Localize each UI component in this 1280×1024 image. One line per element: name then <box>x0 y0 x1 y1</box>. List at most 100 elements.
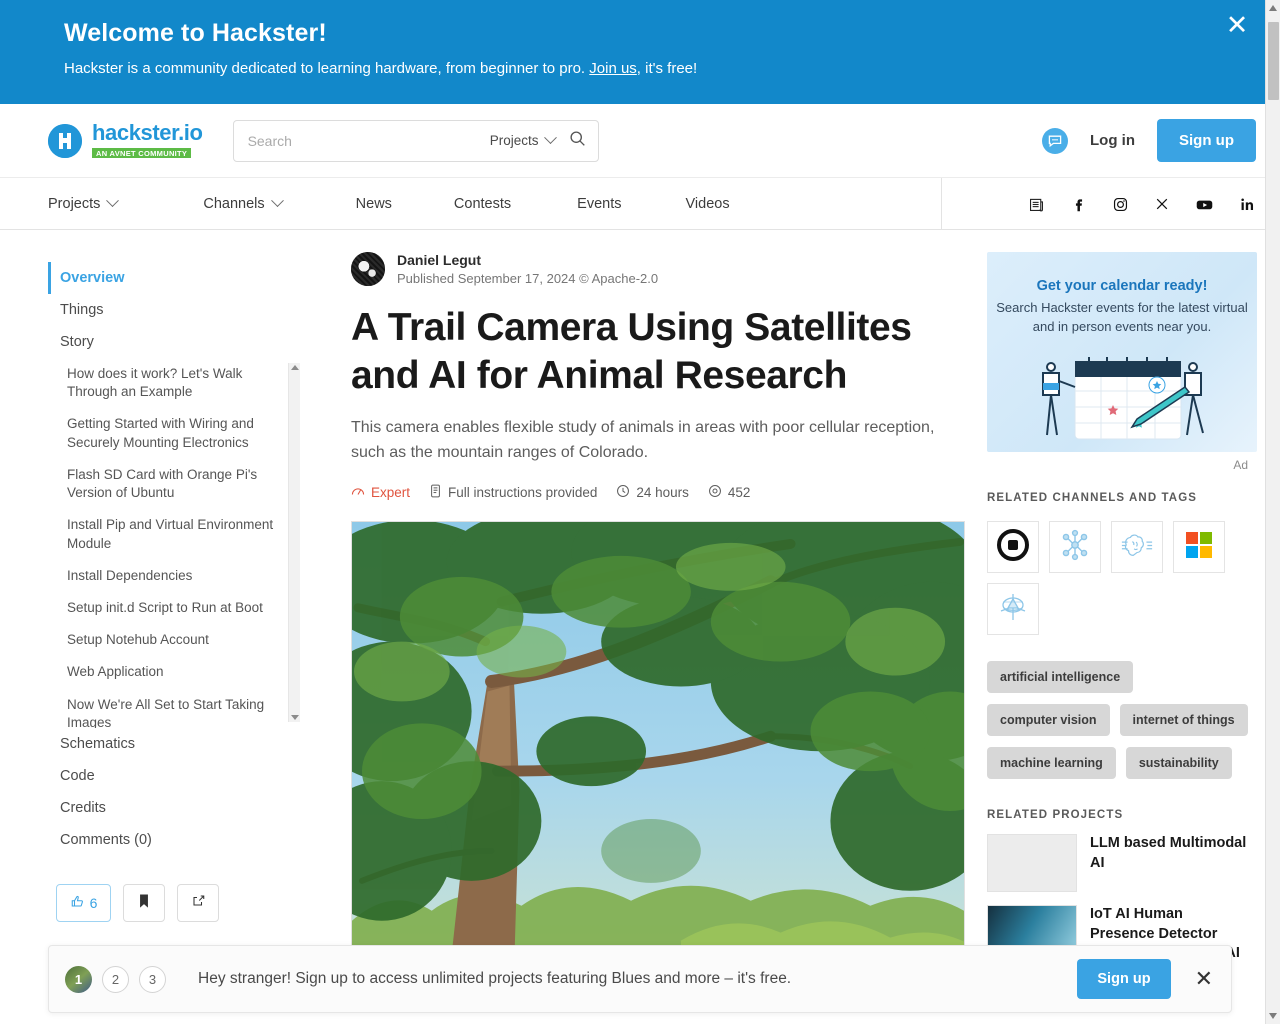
thumbs-up-icon <box>70 894 85 912</box>
page-content: Overview Things Story How does it work? … <box>0 230 1280 1023</box>
sidebar-item-code[interactable]: Code <box>48 760 303 792</box>
bookmark-button[interactable] <box>123 884 165 922</box>
pagination-dot-2[interactable]: 2 <box>102 965 129 993</box>
search-box[interactable]: Projects <box>232 119 599 162</box>
views-stat: 452 <box>708 484 750 501</box>
signup-button[interactable]: Sign up <box>1157 119 1256 162</box>
facebook-icon[interactable] <box>1070 196 1087 213</box>
welcome-text-before: Hackster is a community dedicated to lea… <box>64 60 590 77</box>
tag-machine-learning[interactable]: machine learning <box>987 747 1116 779</box>
login-button[interactable]: Log in <box>1090 132 1135 149</box>
channel-edge-impulse[interactable] <box>1049 521 1101 573</box>
list-item[interactable]: Install Dependencies <box>48 560 283 592</box>
list-item[interactable]: Setup init.d Script to Run at Boot <box>48 592 283 624</box>
ad-headline: Get your calendar ready! <box>1036 278 1208 294</box>
page-scrollbar[interactable] <box>1265 0 1280 1024</box>
publish-meta: Published September 17, 2024 © Apache-2.… <box>397 271 659 286</box>
tag-artificial-intelligence[interactable]: artificial intelligence <box>987 661 1134 693</box>
project-title: LLM based Multimodal AI <box>1090 835 1247 871</box>
microsoft-icon <box>1186 531 1212 563</box>
nav-item-videos[interactable]: Videos <box>686 178 730 230</box>
sidebar-item-schematics[interactable]: Schematics <box>48 728 303 760</box>
page-title: A Trail Camera Using Satellites and AI f… <box>351 306 912 397</box>
instagram-icon[interactable] <box>1112 196 1129 213</box>
sidebar-item-credits[interactable]: Credits <box>48 792 303 824</box>
list-item[interactable]: Install Pip and Virtual Environment Modu… <box>48 509 283 559</box>
tag-sustainability[interactable]: sustainability <box>1125 747 1232 779</box>
brand-name: hackster.io <box>92 119 203 145</box>
list-item[interactable]: Now We're All Set to Start Taking Images <box>48 689 283 728</box>
article-stats: Expert Full instructions provided 24 hou… <box>351 484 965 501</box>
nav-item-events[interactable]: Events <box>577 178 621 230</box>
ad-banner[interactable]: Get your calendar ready! Search Hackster… <box>987 252 1257 452</box>
list-item[interactable]: How does it work? Let's Walk Through an … <box>48 358 283 408</box>
hero-tree-illustration <box>352 521 964 990</box>
chat-bubble-icon[interactable] <box>1042 127 1068 154</box>
like-button[interactable]: 6 <box>56 884 111 922</box>
sidebar-item-story[interactable]: Story <box>48 326 303 358</box>
close-icon[interactable]: ✕ <box>1195 968 1213 990</box>
ad-label: Ad <box>1233 458 1248 472</box>
satellite-icon <box>997 591 1029 628</box>
sidebar-item-overview[interactable]: Overview <box>48 262 303 294</box>
scroll-up-icon[interactable] <box>291 365 299 370</box>
share-button[interactable] <box>177 884 219 922</box>
scroll-down-icon[interactable] <box>291 715 299 720</box>
chevron-down-icon <box>543 131 557 145</box>
list-item[interactable]: LLM based Multimodal AI <box>987 834 1250 892</box>
channel-microsoft[interactable] <box>1173 521 1225 573</box>
list-item[interactable]: Web Application <box>48 656 283 688</box>
sidebar-scrollbar[interactable] <box>288 363 300 722</box>
sidebar-item-things[interactable]: Things <box>48 294 303 326</box>
avatar[interactable] <box>351 252 385 286</box>
author-name[interactable]: Daniel Legut <box>397 252 658 268</box>
search-scope-dropdown[interactable]: Projects <box>490 131 557 148</box>
channel-satellite[interactable] <box>987 583 1039 635</box>
author-row: Daniel Legut Published September 17, 202… <box>351 252 965 286</box>
nav-label: Projects <box>48 195 101 212</box>
hero-image[interactable] <box>351 520 965 991</box>
list-item[interactable]: Getting Started with Wiring and Securely… <box>48 408 283 458</box>
x-twitter-icon[interactable] <box>1154 196 1170 212</box>
signup-prompt-message: Hey stranger! Sign up to access unlimite… <box>198 970 792 987</box>
nav-divider <box>941 178 942 229</box>
channel-blues-wireless[interactable] <box>987 521 1039 573</box>
list-item[interactable]: Flash SD Card with Orange Pi's Version o… <box>48 459 283 509</box>
list-item[interactable]: Setup Notehub Account <box>48 624 283 656</box>
nav-item-channels[interactable]: Channels <box>203 178 284 230</box>
nav-item-news[interactable]: News <box>356 178 392 230</box>
tag-computer-vision[interactable]: computer vision <box>987 704 1110 736</box>
nav-item-contests[interactable]: Contests <box>454 178 511 230</box>
close-icon[interactable]: ✕ <box>1220 10 1254 44</box>
join-us-link[interactable]: Join us <box>589 60 637 77</box>
pagination-dot-3[interactable]: 3 <box>139 965 166 993</box>
clock-icon <box>616 484 630 501</box>
search-icon[interactable] <box>569 130 586 152</box>
difficulty-label: Expert <box>371 484 411 500</box>
scrollbar-thumb[interactable] <box>1268 22 1279 100</box>
newsletter-icon[interactable] <box>1028 196 1045 213</box>
welcome-text-after: , it's free! <box>636 60 698 77</box>
linkedin-icon[interactable] <box>1239 196 1256 213</box>
nav-item-projects[interactable]: Projects <box>48 178 120 230</box>
related-projects-heading: RELATED PROJECTS <box>987 809 1124 821</box>
signup-button[interactable]: Sign up <box>1077 959 1171 999</box>
youtube-icon[interactable] <box>1195 195 1214 214</box>
social-links <box>1028 178 1256 230</box>
difficulty-icon <box>351 484 365 501</box>
main-nav: Projects Channels News Contests Events V… <box>0 178 1280 230</box>
sidebar-item-comments[interactable]: Comments (0) <box>48 824 303 856</box>
signup-prompt-bar: 1 2 3 Hey stranger! Sign up to access un… <box>48 945 1232 1013</box>
pagination-dot-1[interactable]: 1 <box>65 965 92 993</box>
signup-prompt-actions: Sign up ✕ <box>1077 959 1213 999</box>
scroll-up-icon[interactable] <box>1269 5 1277 11</box>
search-input[interactable] <box>247 132 490 149</box>
brand-logo[interactable]: hackster.io AN AVNET COMMUNITY <box>48 119 203 160</box>
channel-machine-learning[interactable] <box>1111 521 1163 573</box>
article-main: Daniel Legut Published September 17, 202… <box>303 252 965 1023</box>
tag-list: artificial intelligence computer vision … <box>987 661 1255 779</box>
difficulty-stat: Expert <box>351 484 410 501</box>
right-sidebar: Get your calendar ready! Search Hackster… <box>965 252 1257 1023</box>
tag-internet-of-things[interactable]: internet of things <box>1119 704 1248 736</box>
scroll-down-icon[interactable] <box>1269 1013 1277 1019</box>
